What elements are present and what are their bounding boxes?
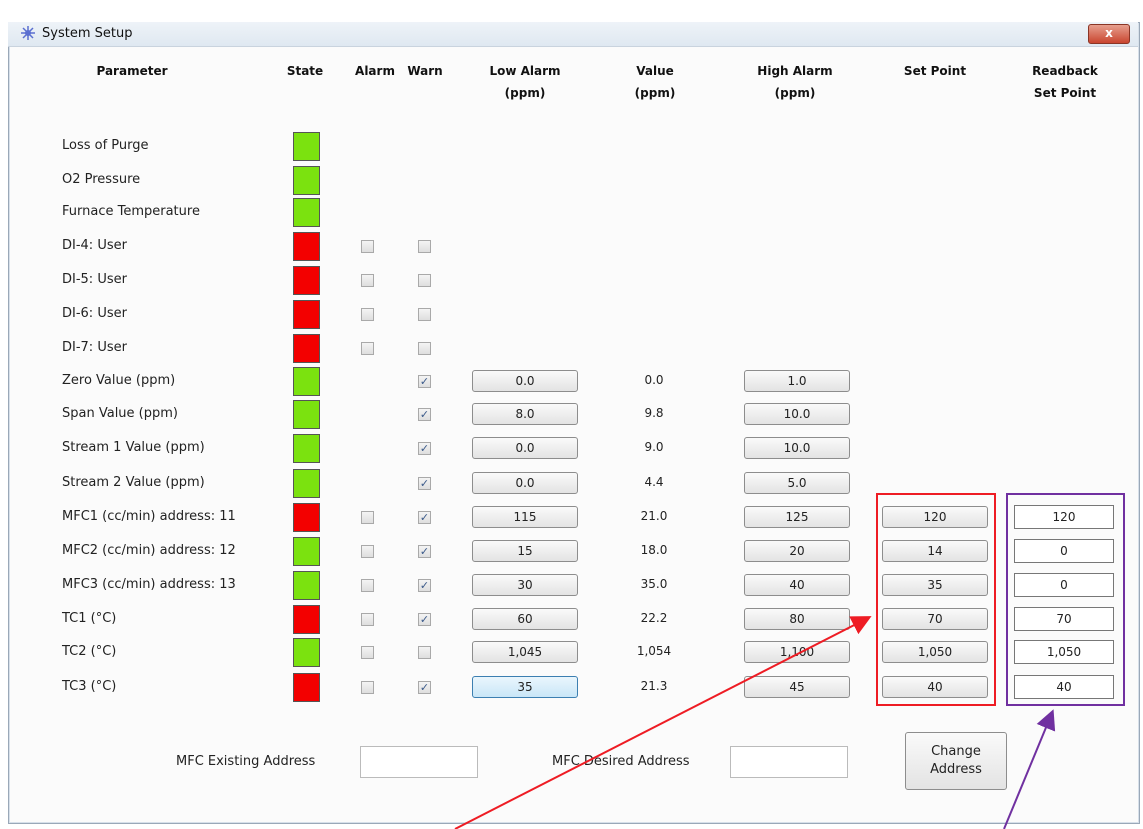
red-annotation-arrow (454, 616, 872, 829)
purple-annotation-arrow (1003, 709, 1056, 829)
annotation-arrows (454, 616, 1056, 829)
